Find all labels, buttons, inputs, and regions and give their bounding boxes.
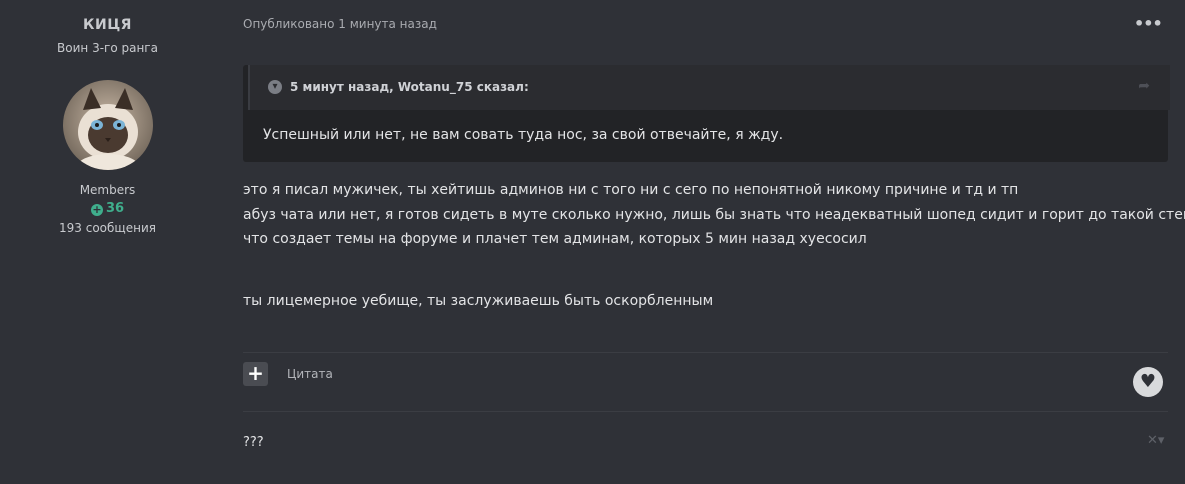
quote-text: Успешный или нет, не вам совать туда нос… bbox=[263, 127, 784, 143]
multiquote-button[interactable]: + bbox=[243, 362, 268, 386]
author-name[interactable]: КИЦЯ bbox=[0, 17, 215, 33]
share-icon[interactable]: ➦ bbox=[1138, 78, 1150, 94]
post-timestamp[interactable]: Опубликовано 1 минута назад bbox=[243, 17, 437, 31]
close-icon[interactable]: ✕▾ bbox=[1147, 433, 1164, 448]
quote-button[interactable]: Цитата bbox=[287, 367, 333, 381]
heart-icon[interactable]: ♥ bbox=[1133, 367, 1163, 397]
author-post-count: 193 сообщения bbox=[59, 221, 156, 235]
author-rank: Воин 3-го ранга bbox=[57, 41, 158, 55]
divider bbox=[243, 411, 1168, 412]
reputation-plus-icon: + bbox=[90, 203, 103, 216]
quote-header: ▾ 5 минут назад, Wotanu_75 сказал: ➦ bbox=[248, 65, 1170, 110]
reputation-badge: +36 bbox=[0, 201, 215, 216]
comment-text: ??? bbox=[243, 435, 264, 450]
avatar-image bbox=[63, 80, 153, 170]
quote-author: 5 минут назад, Wotanu_75 сказал: bbox=[290, 80, 529, 94]
chevron-down-icon[interactable]: ▾ bbox=[268, 80, 282, 94]
divider bbox=[243, 352, 1168, 353]
author-panel: КИЦЯ Воин 3-го ранга Members +36 193 соо… bbox=[0, 0, 215, 484]
post-line: что создает темы на форуме и плачет тем … bbox=[243, 231, 867, 247]
quote-block: ▾ 5 минут назад, Wotanu_75 сказал: ➦ Усп… bbox=[243, 65, 1170, 162]
ellipsis-icon[interactable]: ••• bbox=[1134, 14, 1163, 33]
author-group: Members bbox=[79, 183, 136, 197]
post-line: абуз чата или нет, я готов сидеть в муте… bbox=[243, 207, 1185, 223]
avatar[interactable] bbox=[63, 80, 153, 170]
post-line: это я писал мужичек, ты хейтишь админов … bbox=[243, 182, 1019, 198]
reputation-value: 36 bbox=[105, 201, 125, 216]
post-line: ты лицемерное уебище, ты заслуживаешь бы… bbox=[243, 293, 714, 309]
